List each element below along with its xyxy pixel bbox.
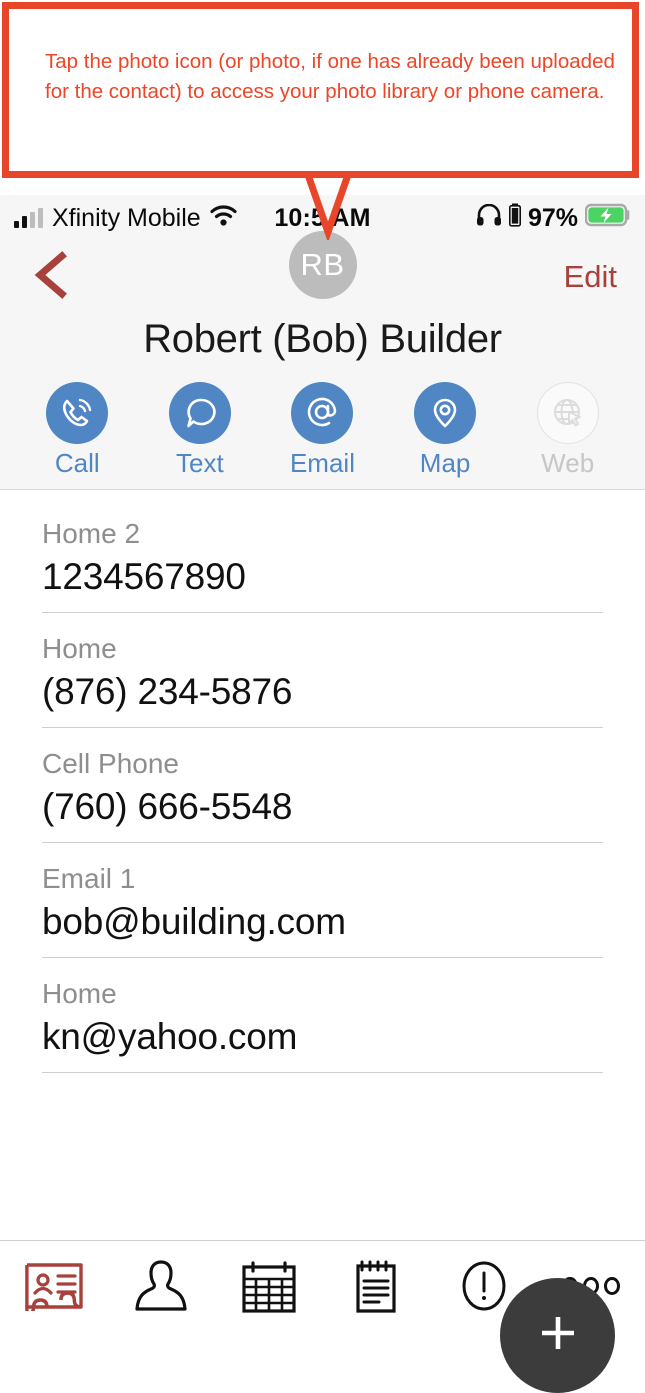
- tab-calendar[interactable]: [223, 1259, 315, 1318]
- back-chevron-icon: [30, 250, 70, 305]
- battery-percent-label: 97%: [527, 203, 578, 232]
- action-label: Call: [54, 448, 100, 478]
- person-icon: [132, 1259, 190, 1318]
- contact-field-row[interactable]: Home (876) 234-5876: [42, 613, 603, 728]
- callout-text: Tap the photo icon (or photo, if one has…: [45, 50, 615, 103]
- field-value: (876) 234-5876: [42, 671, 293, 712]
- contact-field-row[interactable]: Email 1 bob@building.com: [42, 843, 603, 958]
- phone-screen: Xfinity Mobile 10:5 AM 97% RB Edit Rober…: [0, 195, 645, 1393]
- avatar-initials: RB: [300, 247, 345, 282]
- status-right: 97%: [476, 203, 631, 234]
- field-value: bob@building.com: [42, 901, 346, 942]
- contact-field-row[interactable]: Home kn@yahoo.com: [42, 958, 603, 1073]
- contact-avatar[interactable]: RB: [288, 231, 357, 299]
- contact-field-row[interactable]: Home 2 1234567890: [42, 498, 603, 613]
- status-left: Xfinity Mobile: [14, 204, 237, 233]
- contact-field-row[interactable]: Cell Phone (760) 666-5548: [42, 728, 603, 843]
- notepad-icon: [349, 1259, 403, 1318]
- calendar-grid-icon: [240, 1259, 298, 1318]
- tab-contacts[interactable]: [8, 1261, 100, 1316]
- quick-action-bar: Call Text Email Map Web: [0, 376, 645, 490]
- field-value: (760) 666-5548: [42, 786, 293, 827]
- tab-notes[interactable]: [330, 1259, 422, 1318]
- instruction-callout: Tap the photo icon (or photo, if one has…: [2, 2, 639, 178]
- action-map[interactable]: Map: [393, 382, 497, 479]
- at-sign-icon: [291, 382, 354, 444]
- headphones-icon: [476, 203, 502, 233]
- field-label: Cell Phone: [42, 748, 179, 779]
- field-label: Home 2: [42, 518, 141, 549]
- field-value: 1234567890: [42, 556, 246, 597]
- action-label: Map: [419, 448, 471, 478]
- action-text[interactable]: Text: [148, 382, 252, 479]
- tab-person[interactable]: [115, 1259, 207, 1318]
- action-call[interactable]: Call: [25, 382, 129, 479]
- action-label: Email: [289, 448, 355, 478]
- battery-charging-icon: [584, 203, 631, 234]
- contact-card-icon: [23, 1261, 85, 1316]
- action-web[interactable]: Web: [516, 382, 620, 479]
- action-label: Web: [541, 448, 595, 478]
- exclamation-circle-icon: [456, 1258, 512, 1319]
- globe-cursor-icon: [536, 382, 599, 444]
- contact-name: Robert (Bob) Builder: [143, 317, 502, 361]
- speech-bubble-icon: [168, 382, 231, 444]
- action-email[interactable]: Email: [270, 382, 374, 479]
- phone-call-icon: [46, 382, 109, 444]
- wifi-icon: [210, 204, 237, 233]
- device-battery-icon: [508, 203, 521, 234]
- carrier-label: Xfinity Mobile: [52, 203, 201, 232]
- cellular-signal-icon: [14, 208, 43, 228]
- navigation-bar: RB Edit: [0, 231, 645, 313]
- edit-button[interactable]: Edit: [564, 259, 645, 295]
- back-button[interactable]: [0, 250, 100, 305]
- field-label: Email 1: [42, 863, 136, 894]
- action-label: Text: [176, 448, 224, 478]
- field-label: Home: [42, 978, 117, 1009]
- field-label: Home: [42, 633, 117, 664]
- field-value: kn@yahoo.com: [42, 1016, 298, 1057]
- map-pin-icon: [414, 382, 477, 444]
- contact-fields-list: Home 2 1234567890 Home (876) 234-5876 Ce…: [0, 490, 645, 1073]
- contact-name-row: Robert (Bob) Builder: [0, 313, 645, 376]
